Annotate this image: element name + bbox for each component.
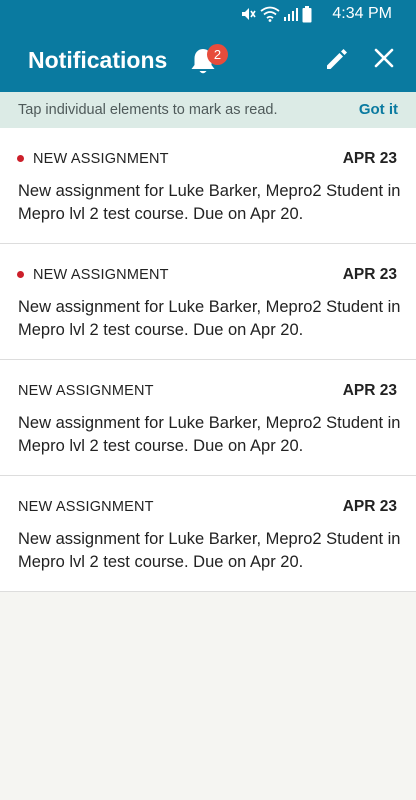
notification-body: New assignment for Luke Barker, Mepro2 S… <box>18 298 401 339</box>
notification-type: NEW ASSIGNMENT <box>18 383 154 399</box>
hint-text: Tap individual elements to mark as read. <box>18 102 278 118</box>
notification-item[interactable]: NEW ASSIGNMENT APR 23 New assignment for L… <box>0 128 416 244</box>
notification-body: New assignment for Luke Barker, Mepro2 S… <box>18 530 401 571</box>
mute-icon <box>242 8 256 20</box>
notification-body: New assignment for Luke Barker, Mepro2 S… <box>18 414 401 455</box>
status-bar: 4:34 PM <box>0 0 416 28</box>
notification-date: APR 23 <box>342 150 397 167</box>
notification-type: NEW ASSIGNMENT <box>33 151 169 167</box>
notification-type: NEW ASSIGNMENT <box>18 499 154 515</box>
notification-item[interactable]: NEW ASSIGNMENT APR 23 New assignment for L… <box>0 476 416 592</box>
pencil-icon[interactable] <box>324 46 350 72</box>
notification-body: New assignment for Luke Barker, Mepro2 S… <box>18 182 401 223</box>
notification-count-badge: 2 <box>207 44 228 65</box>
notification-list: NEW ASSIGNMENT APR 23 New assignment for L… <box>0 128 416 592</box>
unread-dot <box>17 271 24 278</box>
battery-icon <box>302 5 312 22</box>
page-title: Notifications <box>28 47 168 73</box>
status-icons <box>240 4 312 24</box>
signal-icon <box>284 8 298 21</box>
got-it-button[interactable]: Got it <box>359 101 398 119</box>
notification-date: APR 23 <box>342 266 397 283</box>
close-icon[interactable] <box>372 46 396 70</box>
notification-date: APR 23 <box>342 382 397 399</box>
unread-dot <box>17 155 24 162</box>
notification-type: NEW ASSIGNMENT <box>33 267 169 283</box>
notification-date: APR 23 <box>342 498 397 515</box>
wifi-icon <box>260 6 280 22</box>
app-bar: Notifications 2 <box>0 28 416 92</box>
status-time: 4:34 PM <box>332 5 392 22</box>
notification-item[interactable]: NEW ASSIGNMENT APR 23 New assignment for L… <box>0 244 416 360</box>
notification-item[interactable]: NEW ASSIGNMENT APR 23 New assignment for L… <box>0 360 416 476</box>
hint-banner: Tap individual elements to mark as read.… <box>0 92 416 128</box>
